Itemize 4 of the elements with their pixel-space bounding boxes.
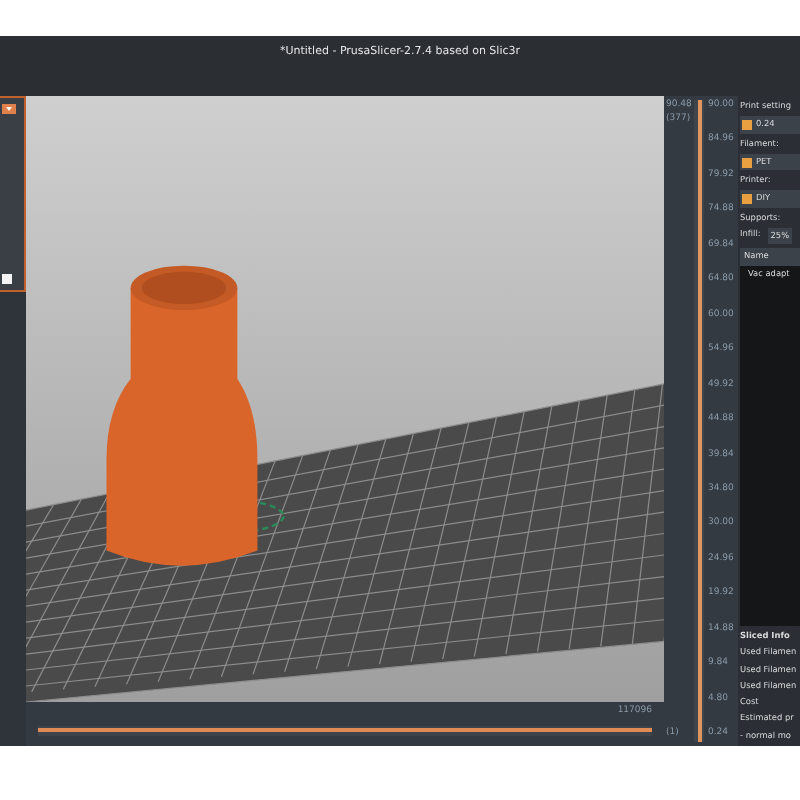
color-swatch-icon xyxy=(742,157,752,168)
3d-viewport[interactable] xyxy=(26,96,664,702)
dropdown-icon[interactable] xyxy=(2,104,16,114)
model-drawing[interactable] xyxy=(106,265,285,566)
